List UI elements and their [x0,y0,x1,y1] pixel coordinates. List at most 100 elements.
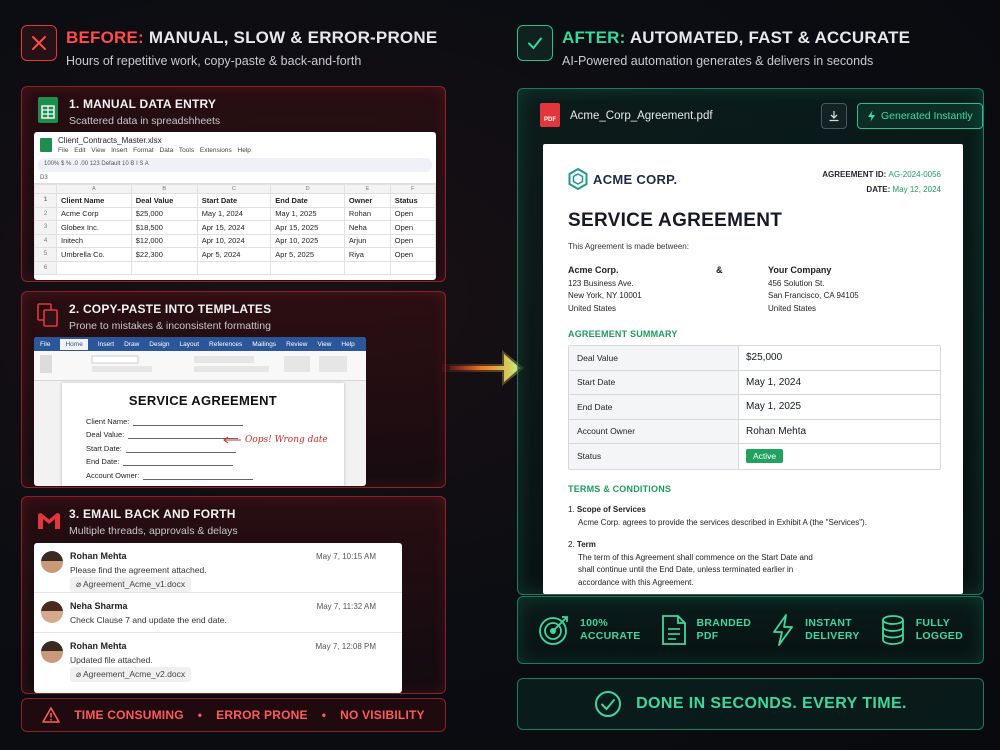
lightning-icon [868,110,875,122]
tab-insert[interactable]: Insert [98,341,114,348]
doc-field: Account Owner: [62,466,344,480]
sender-name: Rohan Mehta [70,641,127,651]
sheets-logo-icon [40,138,52,152]
target-icon [539,616,568,645]
word-page: SERVICE AGREEMENT Client Name: Deal Valu… [62,383,344,486]
cell-reference[interactable]: D3 [34,172,436,184]
term-item: 1. Scope of Services [568,505,646,514]
word-ribbon-tabs: File Home Insert Draw Design Layout Refe… [34,337,366,351]
doc-field: Client Name: [62,412,344,426]
generated-instantly-badge[interactable]: Generated Instantly [857,103,983,129]
step-title: 2. COPY-PASTE INTO TEMPLATES [69,302,272,316]
table-row: 2 Acme Corp $25,000 May 1, 2024 May 1, 202… [34,206,436,221]
tab-layout[interactable]: Layout [180,341,200,348]
agreement-document: ACME CORP. AGREEMENT ID: AG-2024-0056 DA… [543,144,963,594]
feature-branded-pdf: BRANDED PDF [661,614,752,646]
tab-draw[interactable]: Draw [124,341,139,348]
sheet-filename: Client_Contracts_Master.xlsx [58,136,162,145]
column-header: C [196,184,272,194]
party-one: Acme Corp. 123 Business Ave. New York, N… [568,265,642,313]
table-row: 3 Globex Inc. $18,500 Apr 15, 2024 Apr 15,… [34,220,436,235]
tab-view[interactable]: View [317,341,331,348]
summary-row: End Date May 1, 2025 [569,395,940,420]
word-ribbon[interactable] [34,351,366,381]
term-body: accordance with this Agreement. [578,577,694,587]
company-name: ACME CORP. [593,172,678,187]
separator: • [321,708,327,722]
before-subtitle: Hours of repetitive work, copy-paste & b… [66,54,362,68]
status-badge: Active [746,448,784,463]
step-subtitle: Prone to mistakes & inconsistent formatt… [69,320,271,332]
step-subtitle: Scattered data in spreadshheets [69,115,221,127]
attachment-chip[interactable]: ⌀ Agreement_Acme_v2.docx [70,667,192,682]
email-date: May 7, 10:15 AM [315,552,376,561]
gmail-icon [36,511,62,536]
column-header: E [343,184,391,194]
before-header: BEFORE: MANUAL, SLOW & ERROR-PRONE Hours… [66,28,437,68]
email-thread: Rohan Mehta May 7, 10:15 AM Please find … [34,543,402,693]
download-icon [829,111,839,122]
hexagon-logo-icon [568,167,588,195]
spreadsheet-icon [38,97,58,123]
column-header: A [56,184,132,194]
email-message[interactable]: Rohan Mehta May 7, 12:08 PM Updated file… [34,633,402,683]
agreement-title: SERVICE AGREEMENT [568,210,783,231]
table-row: 6 [34,260,436,275]
tab-help[interactable]: Help [341,341,354,348]
word-window: File Home Insert Draw Design Layout Refe… [34,337,366,486]
doc-title: SERVICE AGREEMENT [128,393,278,408]
doc-field: End Date: [62,453,344,466]
after-label: AFTER: [562,28,626,47]
features-bar: 100% ACCURATE BRANDED PDF INSTANT DELIVERY … [517,596,984,664]
sheet-menu[interactable]: File Edit View Insert Format Data Tools … [58,147,251,154]
feature-fully-logged: FULLY LOGGED [880,614,963,646]
tab-design[interactable]: Design [149,341,169,348]
attachment-chip[interactable]: ⌀ Agreement_Acme_v1.docx [70,577,192,592]
step-subtitle: Multiple threads, approvals & delays [69,525,238,537]
generated-pdf-panel: PDF Acme_Corp_Agreement.pdf Generated In… [517,88,984,595]
term-body: shall continue until the End Date, unles… [578,565,794,574]
email-body: Updated file attached. [70,655,153,665]
step-manual-data-entry: 1. MANUAL DATA ENTRY Scattered data in s… [21,86,446,282]
term-item: 2. Term [568,540,596,549]
check-icon [517,25,553,61]
sheet-toolbar[interactable]: 100% $ % .0 .00 123 Default 10 B I S A [38,158,432,172]
lightning-icon [773,614,794,646]
step-email-back-forth: 3. EMAIL BACK AND FORTH Multiple threads… [21,496,446,694]
summary-row: Deal Value $25,000 [569,346,940,371]
sender-name: Rohan Mehta [70,551,127,561]
email-body: Please find the agreement attached. [70,565,207,575]
database-icon [881,615,904,645]
table-row: 5 Umbrella Co. $22,300 Apr 5, 2024 Apr 5, … [34,247,436,262]
feature-instant-delivery: INSTANT DELIVERY [771,613,860,647]
step-title: 1. MANUAL DATA ENTRY [69,97,217,111]
table-row: 1 Client Name Deal Value Start Date End Da… [34,193,436,208]
download-button[interactable] [821,103,847,129]
avatar [41,601,63,623]
warning-no-visibility: NO VISIBILITY [340,708,425,722]
tab-home[interactable]: Home [60,338,88,350]
terms-list: 1. Scope of Services Acme Corp. agrees t… [568,504,948,589]
avatar [41,551,63,573]
term-body: Acme Corp. agrees to provide the service… [578,517,867,527]
spreadsheet-window: Client_Contracts_Master.xlsx File Edit V… [34,132,436,280]
document-icon [661,615,686,645]
email-date: May 7, 11:32 AM [316,602,376,611]
email-message[interactable]: Rohan Mehta May 7, 10:15 AM Please find … [34,543,402,593]
tab-review[interactable]: Review [286,341,307,348]
tab-references[interactable]: References [209,341,242,348]
party-two: Your Company 456 Solution St. San Franci… [768,265,859,313]
terms-heading: TERMS & CONDITIONS [568,484,672,494]
tab-file[interactable]: File [40,341,50,348]
email-message[interactable]: Neha Sharma May 7, 11:32 AM Check Clause… [34,593,402,633]
close-icon [21,25,57,61]
after-subtitle: AI-Powered automation generates & delive… [562,54,874,68]
separator: • [197,708,203,722]
after-header: AFTER: AUTOMATED, FAST & ACCURATE AI-Pow… [562,28,910,68]
done-text: DONE IN SECONDS. EVERY TIME. [636,695,907,712]
after-title: AUTOMATED, FAST & ACCURATE [629,28,911,47]
tab-mailings[interactable]: Mailings [252,341,276,348]
error-annotation: Oops! Wrong date [222,435,328,445]
avatar [41,641,63,663]
step-title: 3. EMAIL BACK AND FORTH [69,507,236,521]
